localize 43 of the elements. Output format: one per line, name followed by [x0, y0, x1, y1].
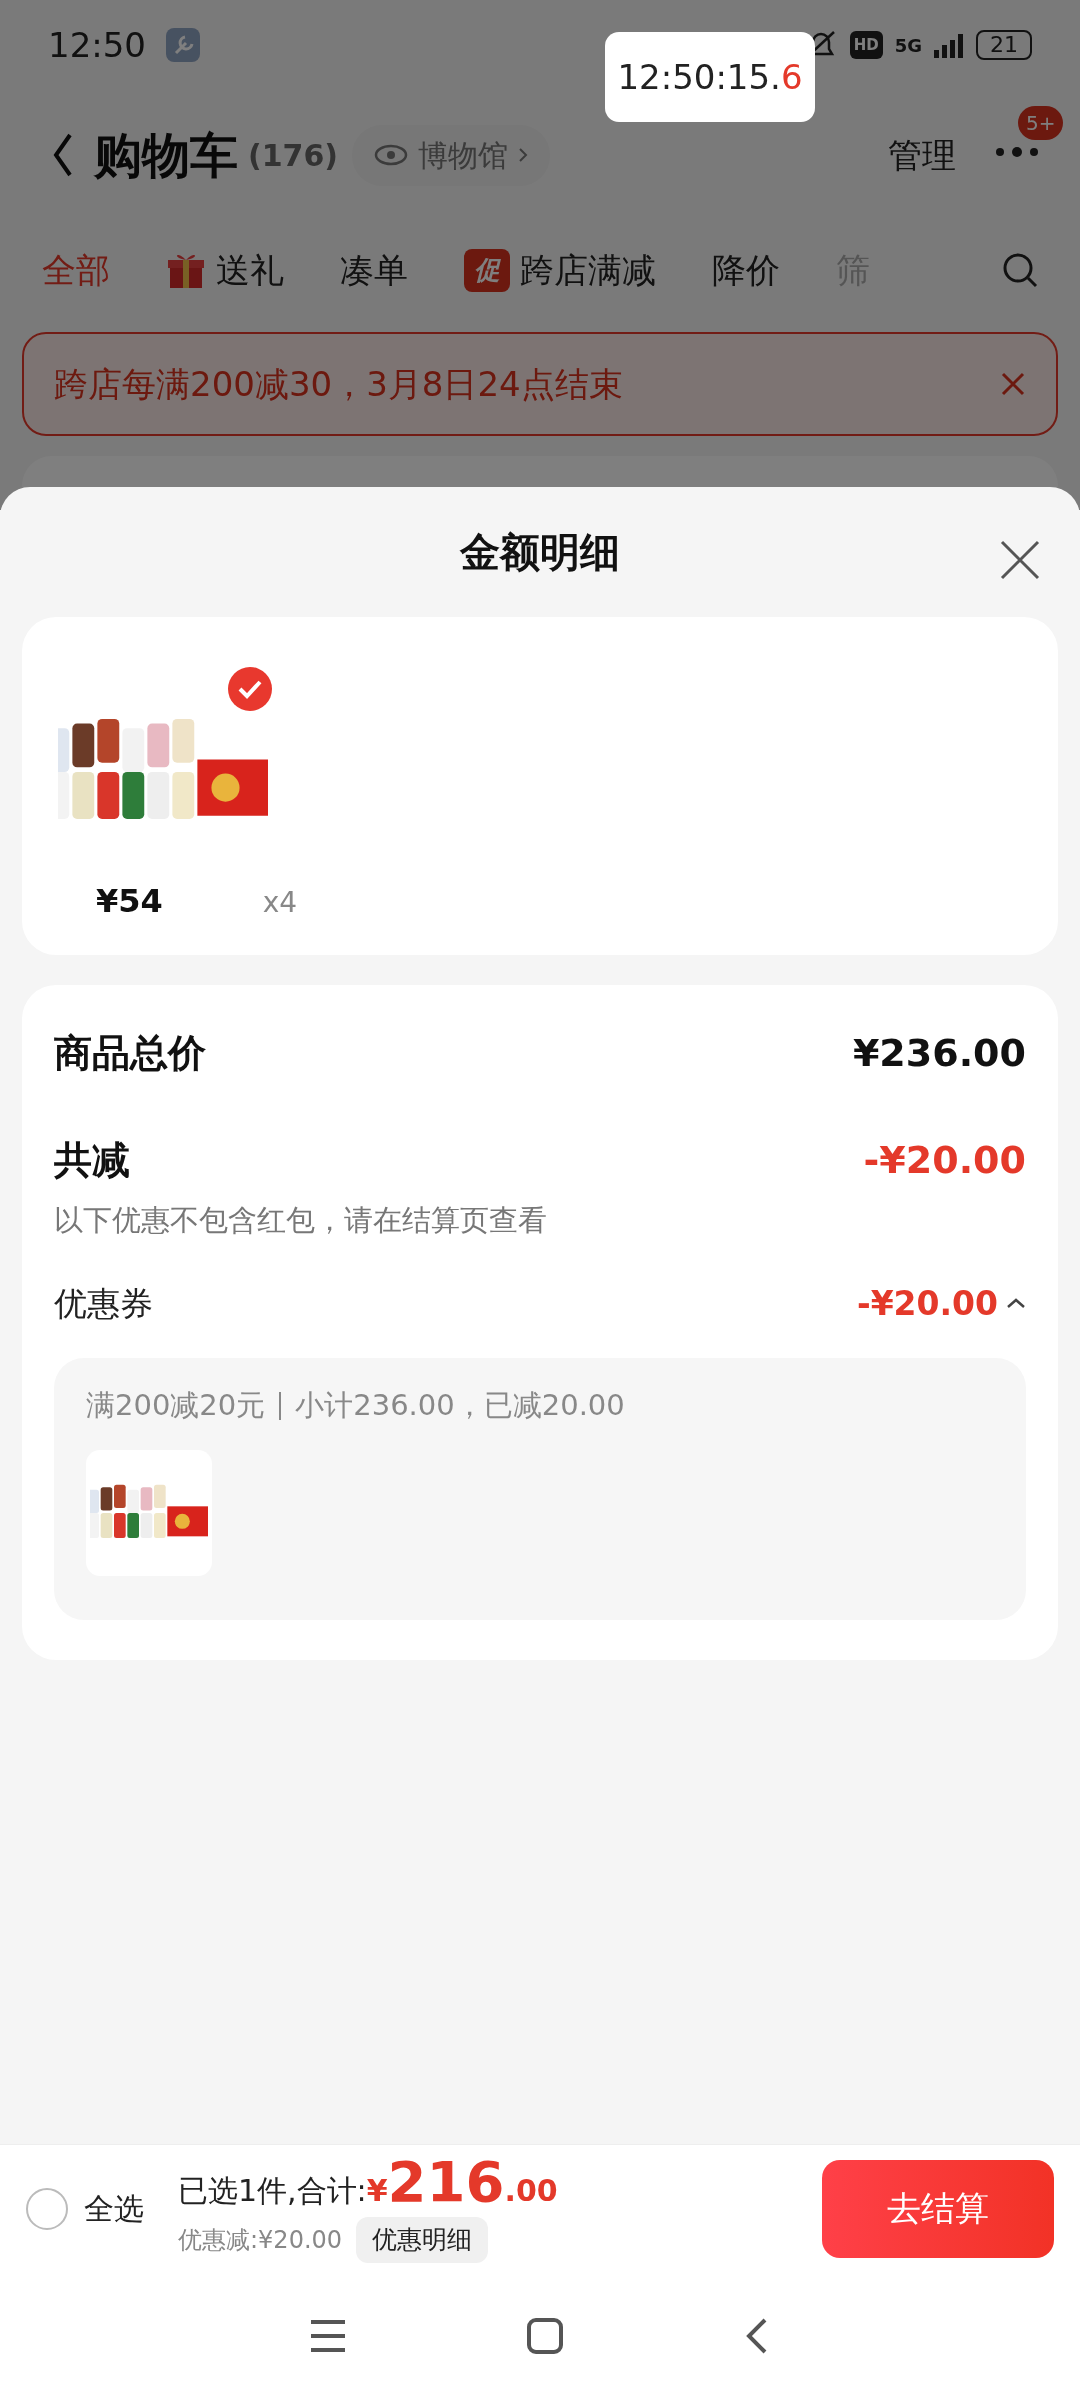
- manage-button[interactable]: 管理: [888, 129, 956, 181]
- item-count: (176): [248, 136, 339, 175]
- filter-tab[interactable]: 全部: [42, 244, 110, 296]
- filter-tab[interactable]: 凑单: [340, 244, 408, 296]
- item-price: ¥54: [96, 881, 163, 922]
- hd-indicator: HD: [849, 30, 883, 60]
- status-time: 12:50: [48, 23, 146, 67]
- network-type: 5G: [894, 33, 922, 58]
- coupon-rule: 满200减20元: [86, 1387, 266, 1424]
- floating-clock: 12:50:15.6: [605, 32, 815, 122]
- total-amount: ¥236.00: [852, 1030, 1026, 1077]
- wrench-icon: [166, 28, 200, 62]
- signal-icon: [934, 32, 964, 58]
- total-summary: 已选1件,合计:¥216.00: [178, 2154, 558, 2214]
- menu-icon[interactable]: [309, 2319, 348, 2353]
- checkout-button[interactable]: 去结算: [822, 2159, 1054, 2258]
- filter-tab[interactable]: 送礼: [166, 244, 284, 296]
- total-label: 商品总价: [54, 1030, 206, 1077]
- check-icon[interactable]: [228, 667, 272, 711]
- discount-label: 共减: [54, 1137, 130, 1184]
- notification-badge: 5+: [1018, 105, 1064, 140]
- discount-amount: -¥20.00: [863, 1137, 1026, 1184]
- select-all-label: 全选: [84, 2190, 144, 2228]
- search-icon[interactable]: [1002, 252, 1038, 288]
- promo-banner-text: 跨店每满200减30，3月8日24点结束: [54, 362, 623, 406]
- coupon-subtotal: 小计236.00，已减20.00: [295, 1387, 625, 1424]
- promo-tag: 促: [464, 248, 510, 292]
- close-icon[interactable]: [1000, 371, 1026, 397]
- details-button[interactable]: 优惠明细: [356, 2217, 489, 2263]
- page-title: 购物车: [94, 126, 238, 185]
- home-icon[interactable]: [526, 2317, 564, 2355]
- sheet-title: 金额明细: [460, 528, 620, 577]
- eye-icon: [374, 144, 409, 166]
- chevron-icon: [518, 147, 529, 163]
- coupon-toggle[interactable]: -¥20.00: [856, 1278, 1026, 1328]
- coupon-label: 优惠券: [54, 1282, 153, 1325]
- filter-tab[interactable]: 促 跨店满减: [464, 244, 656, 296]
- discount-note: 以下优惠不包含红包，请在结算页查看: [54, 1202, 548, 1239]
- battery-level: 21: [976, 30, 1032, 60]
- savings-text: 优惠减:¥20.00: [178, 2225, 343, 2256]
- select-all-radio[interactable]: [26, 2187, 68, 2230]
- filter-tab[interactable]: 降价: [712, 244, 780, 296]
- item-quantity: x4: [262, 885, 298, 921]
